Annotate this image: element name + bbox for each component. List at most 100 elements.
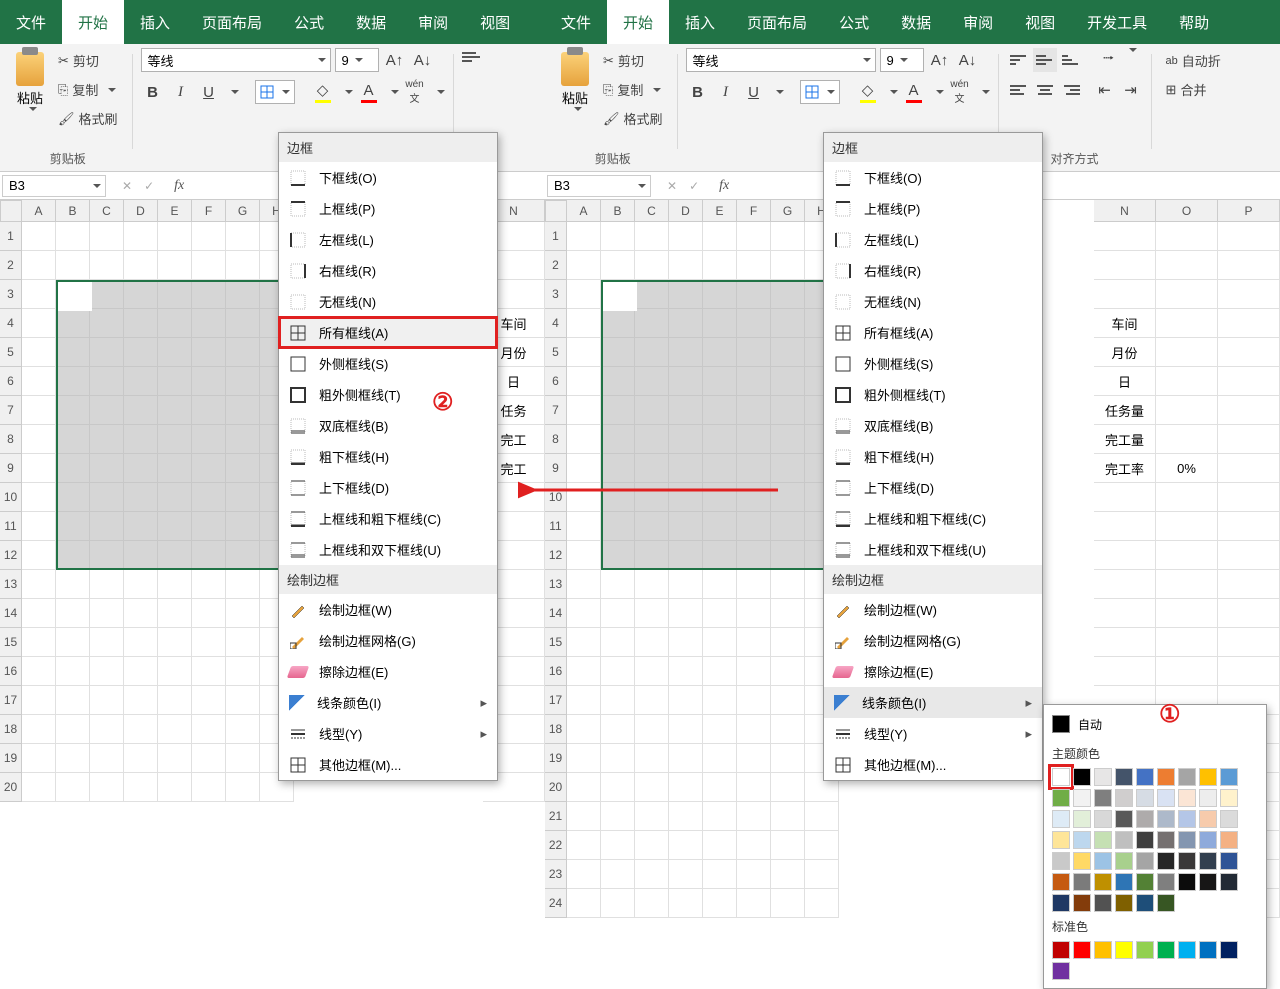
row-header[interactable]: 21: [545, 802, 567, 831]
color-swatch[interactable]: [1178, 789, 1196, 807]
bold-button[interactable]: B: [141, 80, 165, 104]
row-header[interactable]: 19: [0, 744, 22, 773]
cell[interactable]: [703, 831, 737, 860]
cell[interactable]: [90, 657, 124, 686]
cell[interactable]: [1094, 280, 1156, 309]
cell[interactable]: [226, 280, 260, 309]
cell[interactable]: [737, 570, 771, 599]
cell[interactable]: [567, 628, 601, 657]
cell[interactable]: [601, 512, 635, 541]
cell[interactable]: [601, 338, 635, 367]
cell[interactable]: [1156, 396, 1218, 425]
cell[interactable]: [158, 425, 192, 454]
menu-top[interactable]: 上框线(P): [824, 193, 1042, 224]
col-header[interactable]: P: [1218, 200, 1280, 222]
cell[interactable]: [158, 686, 192, 715]
menu-topdblbot[interactable]: 上框线和双下框线(U): [279, 534, 497, 565]
cell[interactable]: [771, 367, 805, 396]
cell[interactable]: [703, 541, 737, 570]
cell[interactable]: [158, 454, 192, 483]
row-header[interactable]: 1: [545, 222, 567, 251]
cell[interactable]: [1218, 251, 1280, 280]
color-swatch[interactable]: [1136, 768, 1154, 786]
row-header[interactable]: 11: [0, 512, 22, 541]
color-swatch[interactable]: [1073, 873, 1091, 891]
cell[interactable]: [1218, 454, 1280, 483]
cell[interactable]: [669, 454, 703, 483]
color-swatch[interactable]: [1220, 810, 1238, 828]
cell[interactable]: [158, 715, 192, 744]
color-swatch[interactable]: [1115, 768, 1133, 786]
menu-thickbot[interactable]: 粗下框线(H): [824, 441, 1042, 472]
cancel-icon[interactable]: ✕: [122, 179, 132, 193]
cell[interactable]: [737, 425, 771, 454]
menu-topthickbot[interactable]: 上框线和粗下框线(C): [824, 503, 1042, 534]
cell[interactable]: [771, 860, 805, 889]
color-swatch[interactable]: [1094, 941, 1112, 959]
cell[interactable]: [635, 744, 669, 773]
color-swatch[interactable]: [1178, 831, 1196, 849]
cell[interactable]: [1156, 541, 1218, 570]
cell[interactable]: [192, 599, 226, 628]
underline-button[interactable]: U: [742, 80, 766, 104]
cell[interactable]: [192, 280, 226, 309]
cell[interactable]: [635, 338, 669, 367]
cell[interactable]: [1156, 425, 1218, 454]
cell[interactable]: [22, 280, 56, 309]
tab-页面布局[interactable]: 页面布局: [731, 0, 823, 44]
color-swatch[interactable]: [1094, 810, 1112, 828]
cell[interactable]: [771, 541, 805, 570]
cell[interactable]: [601, 686, 635, 715]
phonetic-button[interactable]: wén文: [403, 80, 427, 104]
cell[interactable]: [601, 628, 635, 657]
cell[interactable]: [226, 512, 260, 541]
font-name-select[interactable]: 等线: [141, 48, 331, 72]
col-header[interactable]: O: [1156, 200, 1218, 222]
cell[interactable]: [771, 889, 805, 918]
col-header[interactable]: F: [192, 200, 226, 222]
cell[interactable]: [601, 802, 635, 831]
cell[interactable]: [192, 628, 226, 657]
color-swatch[interactable]: [1115, 941, 1133, 959]
cell[interactable]: [567, 860, 601, 889]
cell[interactable]: [124, 686, 158, 715]
cell[interactable]: [22, 309, 56, 338]
cell[interactable]: [22, 396, 56, 425]
cell[interactable]: [703, 454, 737, 483]
menu-grid[interactable]: 绘制边框网格(G): [279, 625, 497, 656]
paste-button[interactable]: 粘贴: [12, 48, 48, 115]
cell[interactable]: [635, 860, 669, 889]
cell[interactable]: [703, 628, 737, 657]
color-swatch[interactable]: [1157, 789, 1175, 807]
cell[interactable]: [90, 251, 124, 280]
row-header[interactable]: 17: [0, 686, 22, 715]
cell[interactable]: [737, 831, 771, 860]
cell[interactable]: [158, 744, 192, 773]
color-swatch[interactable]: [1178, 852, 1196, 870]
col-header[interactable]: B: [56, 200, 90, 222]
auto-color-row[interactable]: 自动: [1050, 711, 1260, 741]
cell[interactable]: [192, 657, 226, 686]
cell[interactable]: [124, 744, 158, 773]
cell[interactable]: [1218, 483, 1280, 512]
row-header[interactable]: 6: [0, 367, 22, 396]
cell[interactable]: [1156, 222, 1218, 251]
menu-erase[interactable]: 擦除边框(E): [824, 656, 1042, 687]
cell[interactable]: 0%: [1156, 454, 1218, 483]
cell[interactable]: [56, 541, 90, 570]
cell[interactable]: [1218, 628, 1280, 657]
cell[interactable]: [635, 686, 669, 715]
cell[interactable]: [1218, 570, 1280, 599]
color-swatch[interactable]: [1157, 852, 1175, 870]
cell[interactable]: [601, 396, 635, 425]
row-header[interactable]: 10: [0, 483, 22, 512]
fx-icon[interactable]: fx: [174, 178, 184, 194]
cell[interactable]: [158, 222, 192, 251]
cell[interactable]: [226, 657, 260, 686]
cell[interactable]: [1094, 541, 1156, 570]
tab-开始[interactable]: 开始: [607, 0, 669, 44]
cell[interactable]: [56, 628, 90, 657]
cell[interactable]: [1156, 512, 1218, 541]
row-header[interactable]: 2: [0, 251, 22, 280]
cell[interactable]: [124, 425, 158, 454]
